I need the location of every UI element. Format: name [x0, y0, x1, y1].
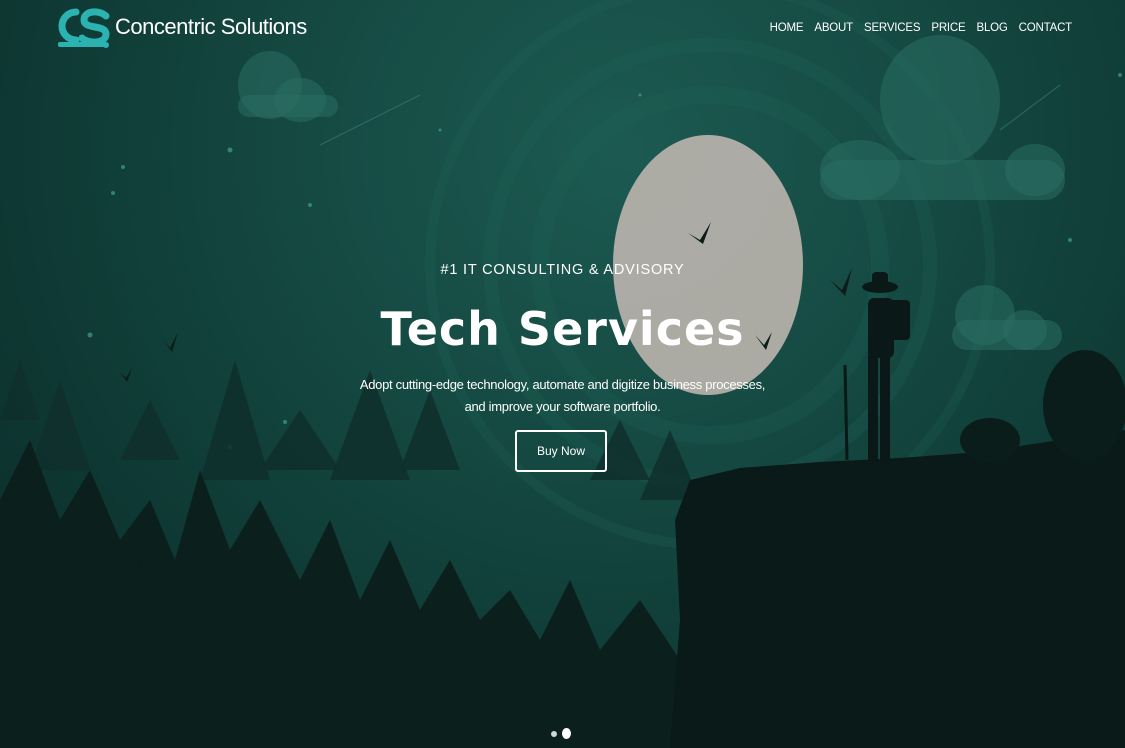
slider-dot-2-active[interactable]	[562, 728, 571, 739]
nav-home[interactable]: HOME	[770, 22, 804, 34]
cs-logo-icon[interactable]	[52, 6, 112, 50]
nav-about[interactable]: ABOUT	[814, 22, 853, 34]
main-nav: HOME ABOUT SERVICES PRICE BLOG CONTACT	[770, 22, 1073, 34]
forest-silhouette	[0, 440, 700, 748]
nav-blog[interactable]: BLOG	[977, 22, 1008, 34]
hero-description: Adopt cutting-edge technology, automate …	[0, 374, 1125, 418]
hero-section: #1 IT CONSULTING & ADVISORY Tech Service…	[0, 262, 1125, 418]
slider-pagination	[551, 728, 571, 739]
hero-page: Concentric Solutions HOME ABOUT SERVICES…	[0, 0, 1125, 748]
nav-price[interactable]: PRICE	[931, 22, 965, 34]
hero-eyebrow: #1 IT CONSULTING & ADVISORY	[440, 262, 685, 278]
hero-description-line1: Adopt cutting-edge technology, automate …	[359, 377, 766, 392]
hero-description-line2: and improve your software portfolio.	[464, 399, 661, 414]
site-header: Concentric Solutions HOME ABOUT SERVICES…	[0, 0, 1125, 60]
slider-dot-1[interactable]	[551, 730, 557, 737]
buy-now-button[interactable]: Buy Now	[515, 430, 607, 472]
brand-name[interactable]: Concentric Solutions	[115, 14, 307, 40]
hero-title: Tech Services	[380, 302, 745, 356]
cliff-silhouette	[670, 430, 1125, 748]
nav-services[interactable]: SERVICES	[864, 22, 921, 34]
nav-contact[interactable]: CONTACT	[1019, 22, 1073, 34]
